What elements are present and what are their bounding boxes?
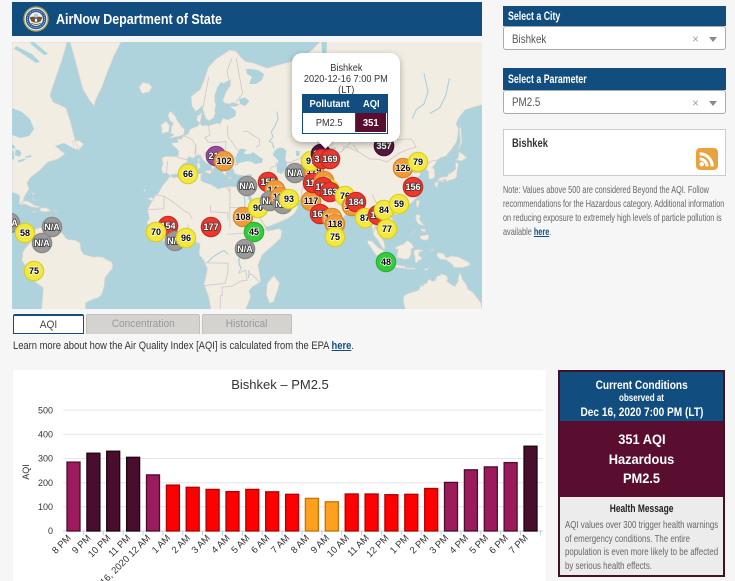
- svg-text:45: 45: [249, 227, 259, 237]
- svg-text:N/A: N/A: [287, 168, 303, 178]
- svg-text:500: 500: [38, 405, 53, 415]
- svg-text:200: 200: [38, 478, 53, 488]
- svg-text:184: 184: [348, 197, 363, 207]
- svg-text:48: 48: [381, 257, 391, 267]
- svg-text:169: 169: [322, 154, 337, 164]
- svg-text:N/A: N/A: [237, 244, 253, 254]
- svg-text:96: 96: [181, 233, 191, 243]
- svg-text:66: 66: [183, 169, 193, 179]
- svg-text:N/A: N/A: [239, 181, 255, 191]
- svg-text:77: 77: [382, 224, 392, 234]
- svg-text:108: 108: [235, 212, 250, 222]
- svg-text:AQI: AQI: [21, 464, 31, 480]
- svg-text:75: 75: [330, 232, 340, 242]
- svg-text:70: 70: [151, 227, 161, 237]
- svg-text:59: 59: [394, 199, 404, 209]
- svg-text:N/A: N/A: [34, 238, 50, 248]
- svg-text:N/A: N/A: [44, 222, 60, 232]
- svg-text:84: 84: [379, 205, 389, 215]
- svg-text:93: 93: [284, 194, 294, 204]
- svg-text:75: 75: [29, 266, 39, 276]
- svg-text:177: 177: [203, 222, 218, 232]
- svg-text:Bishkek – PM2.5: Bishkek – PM2.5: [231, 377, 329, 392]
- svg-text:58: 58: [20, 228, 30, 238]
- svg-text:79: 79: [413, 157, 423, 167]
- svg-text:100: 100: [38, 502, 53, 512]
- svg-text:0: 0: [48, 526, 53, 536]
- svg-text:102: 102: [216, 156, 231, 166]
- svg-text:156: 156: [405, 182, 420, 192]
- svg-text:357: 357: [376, 141, 391, 151]
- svg-text:400: 400: [38, 430, 53, 440]
- svg-text:300: 300: [38, 454, 53, 464]
